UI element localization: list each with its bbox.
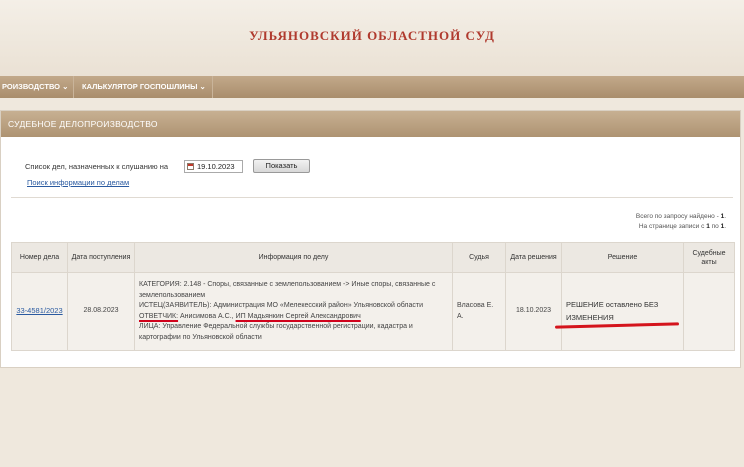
case-number-link[interactable]: 33-4581/2023 — [16, 306, 62, 315]
decision-date-cell: 18.10.2023 — [505, 272, 562, 351]
nav-item-proceedings[interactable]: РОИЗВОДСТВО ⌄ — [0, 76, 74, 98]
col-header-number: Номер дела — [11, 242, 68, 273]
court-proceedings-panel: СУДЕБНОЕ ДЕЛОПРОИЗВОДСТВО Список дел, на… — [0, 110, 741, 368]
show-button[interactable]: Показать — [253, 159, 310, 173]
panel-title: СУДЕБНОЕ ДЕЛОПРОИЗВОДСТВО — [8, 119, 158, 129]
nav-divider — [212, 76, 213, 98]
judge-cell: Власова Е. А. — [452, 272, 506, 351]
page-to: 1 — [720, 223, 725, 230]
panel-header: СУДЕБНОЕ ДЕЛОПРОИЗВОДСТВО — [1, 111, 740, 137]
found-label: Всего по запросу найдено - — [635, 213, 721, 220]
case-search-link[interactable]: Поиск информации по делам — [27, 178, 129, 187]
case-defendants: ОТВЕТЧИК: Анисимова А.С., ИП Мадьянкин С… — [139, 312, 448, 323]
schedule-label: Список дел, назначенных к слушанию на — [25, 162, 169, 171]
nav-item-fee-calculator[interactable]: КАЛЬКУЛЯТОР ГОСПОШЛИНЫ ⌄ — [76, 76, 212, 98]
col-header-decision: Решение — [561, 242, 684, 273]
cases-table: Номер дела Дата поступления Информация п… — [11, 242, 735, 351]
defendant-highlighted: ИП Мадьянкин Сергей Александрович — [235, 312, 361, 320]
col-header-judge: Судья — [452, 242, 506, 273]
nav-divider — [73, 76, 74, 98]
page-label: На странице записи с — [638, 223, 707, 230]
calendar-icon[interactable] — [187, 163, 194, 170]
defendant-label: ОТВЕТЧИК: — [139, 312, 179, 320]
received-date-cell: 28.08.2023 — [67, 272, 135, 351]
case-info-cell: КАТЕГОРИЯ: 2.148 - Споры, связанные с зе… — [134, 272, 453, 351]
date-input[interactable]: 19.10.2023 — [184, 160, 243, 173]
results-summary: Всего по запросу найдено - 1. На страниц… — [635, 213, 726, 230]
table-header-row: Номер дела Дата поступления Информация п… — [11, 242, 735, 273]
divider — [11, 197, 733, 198]
table-row: 33-4581/2023 28.08.2023 КАТЕГОРИЯ: 2.148… — [11, 272, 735, 351]
date-value: 19.10.2023 — [197, 162, 235, 171]
decision-cell: РЕШЕНИЕ оставлено БЕЗ ИЗМЕНЕНИЯ — [561, 272, 684, 351]
page-mid: по — [709, 223, 721, 230]
case-plaintiff: ИСТЕЦ(ЗАЯВИТЕЛЬ): Администрация МО «Меле… — [139, 302, 423, 309]
court-acts-cell — [683, 272, 735, 351]
col-header-received: Дата поступления — [67, 242, 135, 273]
site-title: УЛЬЯНОВСКИЙ ОБЛАСТНОЙ СУД — [249, 28, 495, 43]
col-header-decision-date: Дата решения — [505, 242, 562, 273]
decision-text: РЕШЕНИЕ оставлено БЕЗ ИЗМЕНЕНИЯ — [566, 300, 659, 322]
found-count: 1 — [720, 213, 725, 220]
case-number-cell: 33-4581/2023 — [11, 272, 68, 351]
col-header-acts: Судебные акты — [683, 242, 735, 273]
top-navigation: РОИЗВОДСТВО ⌄ КАЛЬКУЛЯТОР ГОСПОШЛИНЫ ⌄ — [0, 76, 744, 98]
col-header-info: Информация по делу — [134, 242, 453, 273]
defendant-first: Анисимова А.С., — [178, 312, 236, 320]
case-category: КАТЕГОРИЯ: 2.148 - Споры, связанные с зе… — [139, 281, 436, 299]
site-header: УЛЬЯНОВСКИЙ ОБЛАСТНОЙ СУД — [0, 0, 744, 76]
case-third-parties: ЛИЦА: Управление Федеральной службы госу… — [139, 323, 413, 341]
